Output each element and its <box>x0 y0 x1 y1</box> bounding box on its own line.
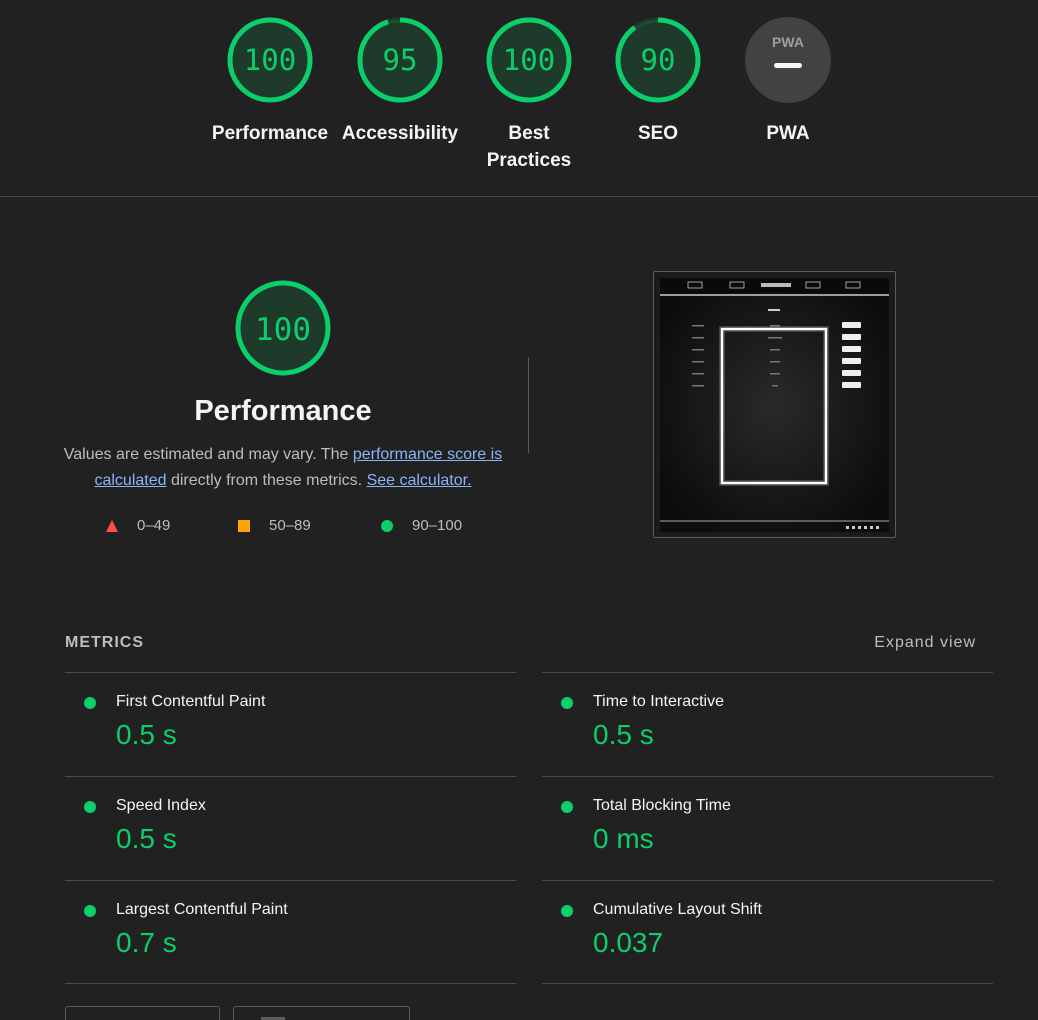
metric-label: Time to Interactive <box>593 693 725 710</box>
legend-fail: 0–49 <box>105 517 170 534</box>
see-calculator-link[interactable]: See calculator. <box>367 472 472 489</box>
final-screenshot[interactable] <box>653 271 896 538</box>
legend-range: 90–100 <box>412 517 463 534</box>
gauge-performance[interactable]: 100 Performance <box>205 16 335 147</box>
gauge-seo[interactable]: 90 SEO <box>593 16 723 147</box>
pass-circle-icon <box>84 697 96 709</box>
metric-value: 0.5 s <box>593 719 654 750</box>
legend-range: 50–89 <box>269 517 311 534</box>
score-ring: 90 <box>615 17 701 103</box>
metric-label: First Contentful Paint <box>116 693 266 710</box>
gauge-score: 100 <box>503 43 555 77</box>
screenshot-drawing <box>660 278 889 529</box>
metric-first-contentful-paint: First Contentful Paint 0.5 s <box>65 672 516 776</box>
metric-speed-index: Speed Index 0.5 s <box>65 776 516 880</box>
pass-circle-icon <box>84 801 96 813</box>
pwa-logo-text: PWA <box>772 34 804 50</box>
performance-title: Performance <box>194 395 372 427</box>
gauge-pwa[interactable]: PWA PWA <box>723 16 853 147</box>
pwa-badge-icon: PWA <box>745 17 831 103</box>
screenshot-image <box>660 278 889 532</box>
category-gauges: 100 Performance 95 Accessibility 100 Bes… <box>0 0 1038 197</box>
metric-value: 0.5 s <box>116 719 177 750</box>
score-ring: 95 <box>357 17 443 103</box>
metric-value: 0.037 <box>593 927 664 958</box>
gauge-label: SEO <box>637 123 679 144</box>
view-trace-button[interactable] <box>233 1006 410 1020</box>
pass-circle-icon <box>84 905 96 917</box>
pass-circle-icon <box>561 905 573 917</box>
pass-circle-icon <box>561 697 573 709</box>
pass-circle-icon <box>561 801 573 813</box>
desc-text: Values are estimated and may vary. The <box>63 446 353 463</box>
metric-value: 0.7 s <box>116 927 177 958</box>
legend-pass: 90–100 <box>380 517 462 534</box>
legend-average: 50–89 <box>237 517 311 534</box>
gauge-label: PWA <box>766 123 810 144</box>
gauge-score: 90 <box>641 43 676 77</box>
gauge-label: Accessibility <box>341 123 459 144</box>
metric-value: 0 ms <box>593 823 654 854</box>
gauge-label: Performance <box>211 123 329 144</box>
metric-label: Speed Index <box>116 797 206 814</box>
metrics-divider <box>65 983 516 984</box>
performance-score: 100 <box>255 312 311 348</box>
gauge-score: 100 <box>244 43 296 77</box>
metric-label: Cumulative Layout Shift <box>593 901 762 918</box>
square-icon <box>238 519 250 532</box>
gauge-best-practices[interactable]: 100 Best Practices <box>464 16 594 174</box>
expand-view-toggle[interactable]: Expand view <box>874 634 976 652</box>
view-treemap-button[interactable] <box>65 1006 220 1020</box>
metric-value: 0.5 s <box>116 823 177 854</box>
metric-label: Largest Contentful Paint <box>116 901 288 918</box>
performance-score-gauge: 100 <box>235 280 331 376</box>
gauge-label: Best Practices <box>486 123 572 171</box>
score-ring: 100 <box>486 17 572 103</box>
performance-description: Values are estimated and may vary. The p… <box>60 442 506 494</box>
desc-text: directly from these metrics. <box>166 472 367 489</box>
metric-time-to-interactive: Time to Interactive 0.5 s <box>542 672 993 776</box>
metric-total-blocking-time: Total Blocking Time 0 ms <box>542 776 993 880</box>
legend-range: 0–49 <box>137 517 171 534</box>
metrics-divider <box>542 983 993 984</box>
metric-largest-contentful-paint: Largest Contentful Paint 0.7 s <box>65 880 516 984</box>
metric-cumulative-layout-shift: Cumulative Layout Shift 0.037 <box>542 880 993 984</box>
gauge-score: 95 <box>383 43 418 77</box>
metrics-header: METRICS <box>65 634 144 651</box>
circle-icon <box>381 519 393 532</box>
metric-label: Total Blocking Time <box>593 797 731 814</box>
gauge-accessibility[interactable]: 95 Accessibility <box>335 16 465 147</box>
section-divider <box>528 357 529 453</box>
triangle-icon <box>106 519 118 532</box>
score-ring: 100 <box>227 17 313 103</box>
